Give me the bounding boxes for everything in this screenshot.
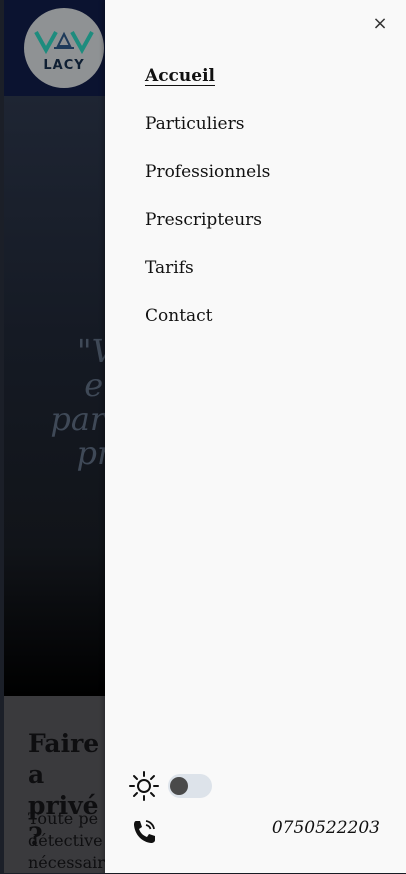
close-icon[interactable]: × <box>372 15 388 33</box>
nav-item-tarifs[interactable]: Tarifs <box>145 254 270 302</box>
nav-item-label: Accueil <box>145 66 215 86</box>
site-logo[interactable]: LACY <box>24 8 104 88</box>
toggle-knob <box>170 777 188 795</box>
logo-mark-icon <box>34 30 94 54</box>
nav-item-label: Particuliers <box>145 114 245 134</box>
drawer-nav: Accueil Particuliers Professionnels Pres… <box>145 62 270 350</box>
sun-icon <box>129 771 159 801</box>
logo-text: LACY <box>43 57 85 73</box>
phone-icon[interactable] <box>131 818 157 846</box>
nav-item-label: Tarifs <box>145 258 194 278</box>
nav-item-professionnels[interactable]: Professionnels <box>145 158 270 206</box>
nav-item-contact[interactable]: Contact <box>145 302 270 350</box>
nav-item-prescripteurs[interactable]: Prescripteurs <box>145 206 270 254</box>
nav-item-label: Prescripteurs <box>145 210 263 230</box>
nav-drawer: × Accueil Particuliers Professionnels Pr… <box>105 0 406 873</box>
nav-item-label: Professionnels <box>145 162 271 182</box>
nav-item-particuliers[interactable]: Particuliers <box>145 110 270 158</box>
phone-number[interactable]: 0750522203 <box>272 818 380 838</box>
nav-item-label: Contact <box>145 306 213 326</box>
nav-item-accueil[interactable]: Accueil <box>145 62 270 110</box>
theme-switch-row <box>129 771 212 801</box>
theme-toggle[interactable] <box>168 774 212 798</box>
